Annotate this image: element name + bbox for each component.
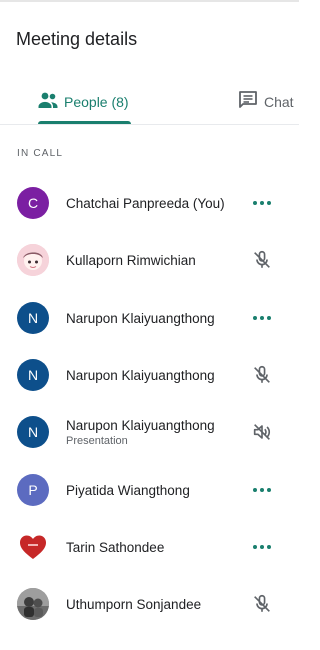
participant-row: N Narupon Klaiyuangthong Presentation bbox=[0, 404, 299, 460]
participant-subtitle: Presentation bbox=[66, 434, 128, 447]
avatar: C bbox=[17, 187, 49, 219]
tab-people[interactable]: People (8) bbox=[36, 80, 129, 124]
people-icon bbox=[36, 88, 60, 117]
tab-chat[interactable]: Chat bbox=[236, 80, 294, 124]
avatar-photo bbox=[17, 244, 49, 276]
mic-off-icon bbox=[250, 248, 274, 272]
avatar-photo bbox=[17, 588, 49, 620]
page-title: Meeting details bbox=[16, 29, 138, 49]
participant-row: Uthumporn Sonjandee bbox=[0, 576, 299, 632]
active-tab-indicator bbox=[38, 121, 131, 124]
avatar-initial: N bbox=[27, 424, 39, 440]
avatar bbox=[17, 588, 49, 620]
participant-info: Tarin Sathondee bbox=[66, 540, 164, 555]
avatar-initial: P bbox=[28, 482, 38, 498]
top-divider bbox=[0, 0, 299, 2]
mic-off-icon bbox=[250, 363, 274, 387]
tab-chat-label: Chat bbox=[264, 94, 294, 110]
participant-row: N Narupon Klaiyuangthong bbox=[0, 347, 299, 403]
tab-people-label: People (8) bbox=[64, 94, 129, 110]
participant-name: Kullaporn Rimwichian bbox=[66, 252, 196, 268]
avatar: N bbox=[17, 416, 49, 448]
participant-name: Piyatida Wiangthong bbox=[66, 482, 190, 498]
avatar: P bbox=[17, 474, 49, 506]
participant-name: Narupon Klaiyuangthong bbox=[66, 310, 215, 326]
avatar-initial: C bbox=[27, 195, 39, 211]
participant-row: N Narupon Klaiyuangthong bbox=[0, 290, 299, 346]
chat-icon bbox=[236, 88, 260, 117]
participant-row: Tarin Sathondee bbox=[0, 519, 299, 575]
participant-name: Narupon Klaiyuangthong bbox=[66, 417, 215, 433]
more-options-icon[interactable] bbox=[250, 478, 274, 502]
mic-off-icon bbox=[250, 592, 274, 616]
avatar: N bbox=[17, 359, 49, 391]
avatar: N bbox=[17, 302, 49, 334]
participant-info: Kullaporn Rimwichian bbox=[66, 253, 196, 268]
participant-name: Narupon Klaiyuangthong bbox=[66, 367, 215, 383]
participant-info: Narupon Klaiyuangthong Presentation bbox=[66, 418, 215, 447]
participant-name: Chatchai Panpreeda (You) bbox=[66, 195, 225, 211]
avatar-initial: N bbox=[27, 310, 39, 326]
heart-avatar-icon bbox=[20, 535, 46, 559]
more-options-icon[interactable] bbox=[250, 191, 274, 215]
participant-info: Uthumporn Sonjandee bbox=[66, 597, 201, 612]
avatar bbox=[17, 244, 49, 276]
participant-row: C Chatchai Panpreeda (You) bbox=[0, 175, 299, 231]
more-options-icon[interactable] bbox=[250, 306, 274, 330]
avatar-initial: N bbox=[27, 367, 39, 383]
participant-row: Kullaporn Rimwichian bbox=[0, 232, 299, 288]
participant-name: Tarin Sathondee bbox=[66, 539, 165, 555]
participant-row: P Piyatida Wiangthong bbox=[0, 462, 299, 518]
tab-bar: People (8) Chat bbox=[0, 80, 299, 125]
more-options-icon[interactable] bbox=[250, 535, 274, 559]
participant-info: Piyatida Wiangthong bbox=[66, 483, 190, 498]
section-label-in-call: IN CALL bbox=[17, 148, 64, 159]
participant-name: Uthumporn Sonjandee bbox=[66, 596, 202, 612]
participant-info: Chatchai Panpreeda (You) bbox=[66, 196, 225, 211]
participant-info: Narupon Klaiyuangthong bbox=[66, 368, 215, 383]
volume-off-icon bbox=[250, 420, 274, 444]
avatar bbox=[17, 531, 49, 563]
participant-info: Narupon Klaiyuangthong bbox=[66, 311, 215, 326]
